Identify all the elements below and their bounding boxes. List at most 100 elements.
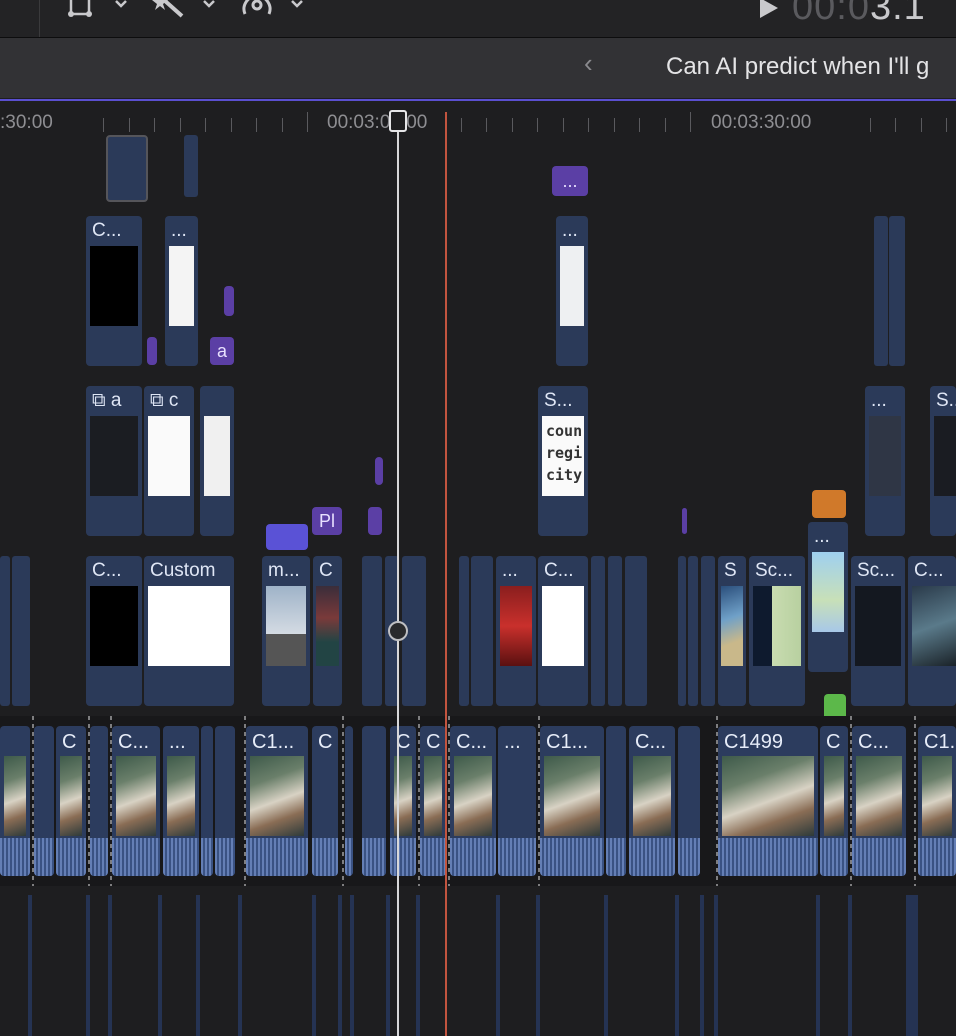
audio-clip[interactable] [386,895,390,1036]
timeline-clip[interactable]: m... [262,556,310,706]
timeline-clip[interactable]: ⧉ a [86,386,142,536]
timeline-clip[interactable]: ... [165,216,198,366]
timeline-clip[interactable]: C... [86,556,142,706]
storyline-clip[interactable]: C... [450,726,496,876]
audio-clip[interactable] [604,895,608,1036]
clip-marker[interactable] [266,524,308,550]
crop-transform-icon[interactable] [68,0,94,17]
audio-clip[interactable] [496,895,500,1036]
timeline-clip[interactable]: S... coun regi city [538,386,588,536]
audio-clip[interactable] [416,895,420,1036]
storyline-clip[interactable] [215,726,235,876]
audio-clip[interactable] [312,895,316,1036]
storyline-clip[interactable]: C [820,726,848,876]
chevron-down-icon[interactable] [114,0,128,12]
storyline-clip[interactable] [362,726,386,876]
storyline-clip[interactable]: C1... [540,726,604,876]
clip-marker[interactable] [368,507,382,535]
audio-clip[interactable] [196,895,200,1036]
connection-point-icon[interactable] [388,621,408,641]
clip-marker[interactable] [147,337,157,365]
audio-clip[interactable] [816,895,820,1036]
speedometer-icon[interactable] [240,0,274,18]
chevron-left-icon[interactable]: ‹ [584,48,593,79]
storyline-clip[interactable] [606,726,626,876]
storyline-clip[interactable]: ... [498,726,536,876]
audio-clip[interactable] [238,895,242,1036]
timeline-clip[interactable]: C... [538,556,588,706]
timeline-clip[interactable] [608,556,622,706]
storyline-clip[interactable]: C [312,726,338,876]
storyline-clip[interactable]: C... [852,726,906,876]
audio-clip[interactable] [700,895,704,1036]
timeline-clip[interactable]: Sc... [749,556,805,706]
audio-clip[interactable] [108,895,112,1036]
storyline-clip[interactable]: ... [163,726,199,876]
timeline-clip[interactable] [459,556,469,706]
playhead-line[interactable] [397,112,399,1036]
timeline-clip[interactable]: Sc... [851,556,905,706]
timeline-clip[interactable]: ... [556,216,588,366]
timeline-clip[interactable] [12,556,30,706]
timeline-clip[interactable]: C [313,556,342,706]
storyline-clip[interactable]: C... [112,726,160,876]
storyline-clip[interactable]: C... [629,726,675,876]
timeline-clip[interactable] [874,216,888,366]
clip-marker[interactable] [375,457,383,485]
timeline-clip[interactable] [701,556,715,706]
storyline-clip[interactable] [90,726,108,876]
audio-clip[interactable] [350,895,354,1036]
audio-clip[interactable] [536,895,540,1036]
timeline-clip[interactable] [471,556,493,706]
timeline-ruler[interactable] [0,101,956,135]
timeline-clip[interactable]: ... [808,522,848,672]
play-icon[interactable] [760,0,778,18]
storyline-clip[interactable]: C1499 [718,726,818,876]
clip-marker[interactable] [224,286,234,316]
timeline-clip[interactable]: C... [86,216,142,366]
storyline-clip[interactable] [678,726,700,876]
clip-marker[interactable]: Pl [312,507,342,535]
skimmer-line[interactable] [445,112,447,1036]
timeline-clip[interactable] [200,386,234,536]
audio-clip[interactable] [906,895,918,1036]
timeline-clip[interactable]: S... [930,386,956,536]
timeline-clip[interactable] [625,556,647,706]
storyline-clip[interactable]: C1... [246,726,308,876]
timeline-clip[interactable] [688,556,698,706]
audio-clip[interactable] [338,895,342,1036]
timeline-clip[interactable] [362,556,382,706]
timeline-clip[interactable]: ⧉ c [144,386,194,536]
chevron-down-icon[interactable] [202,0,216,12]
storyline-clip[interactable] [201,726,213,876]
timeline-clip[interactable]: ... [496,556,536,706]
clip-marker[interactable] [812,490,846,518]
timeline-clip[interactable]: C... [908,556,956,706]
playhead-handle[interactable] [389,110,407,132]
timeline-clip[interactable]: ... [865,386,905,536]
clip-marker[interactable]: ... [552,166,588,196]
audio-clip[interactable] [848,895,852,1036]
clip-marker[interactable]: a [210,337,234,365]
timeline-clip[interactable] [889,216,905,366]
clip-marker[interactable] [682,508,687,534]
chevron-down-icon[interactable] [290,0,304,12]
storyline-clip[interactable] [345,726,353,876]
audio-clip[interactable] [28,895,32,1036]
audio-clip[interactable] [675,895,679,1036]
audio-clip[interactable] [158,895,162,1036]
storyline-clip[interactable]: C1... [918,726,956,876]
storyline-clip[interactable]: C [56,726,86,876]
magic-wand-icon[interactable] [152,0,186,20]
timeline-clip[interactable] [678,556,686,706]
storyline-clip[interactable] [34,726,54,876]
timeline-clip[interactable]: S [718,556,746,706]
audio-clip[interactable] [86,895,90,1036]
audio-clip[interactable] [714,895,718,1036]
timeline-clip[interactable] [591,556,605,706]
storyline-clip[interactable] [0,726,30,876]
timeline-clip[interactable]: Custom [144,556,234,706]
storyline-clip[interactable]: C [390,726,416,876]
timeline-clip[interactable] [0,556,10,706]
storyline-clip[interactable]: C [420,726,446,876]
